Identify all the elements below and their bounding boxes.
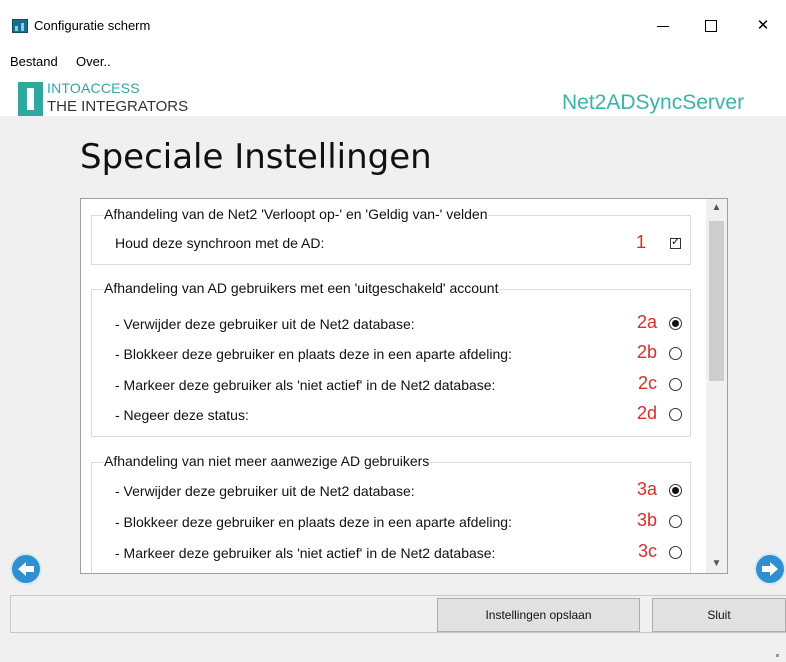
option-number: 2a [636, 312, 657, 332]
scroll-thumb[interactable] [709, 221, 724, 381]
menu-over[interactable]: Over.. [76, 54, 111, 69]
group-legend: Afhandeling van AD gebruikers met een 'u… [104, 280, 499, 296]
product-name: Net2ADSyncServer [562, 91, 745, 114]
group-legend: Afhandeling van niet meer aanwezige AD g… [104, 453, 430, 469]
option-number: 3b [636, 510, 657, 530]
radio-delete-missing-user[interactable] [669, 484, 682, 497]
radio-mark-missing-inactive[interactable] [669, 546, 682, 559]
status-bar [0, 640, 786, 662]
arrow-left-icon [18, 562, 34, 576]
scroll-up-icon[interactable]: ▲ [706, 199, 727, 217]
arrow-right-icon [762, 562, 778, 576]
logo-text-line2: THE INTEGRATORS [47, 98, 189, 115]
option-label: - Markeer deze gebruiker als 'niet actie… [115, 377, 496, 393]
radio-ignore-status[interactable] [669, 408, 682, 421]
save-settings-button[interactable]: Instellingen opslaan [437, 598, 640, 632]
radio-delete-user[interactable] [669, 317, 682, 330]
option-label: - Verwijder deze gebruiker uit de Net2 d… [115, 483, 415, 499]
next-page-button[interactable] [754, 553, 786, 585]
resize-grip-icon[interactable] [776, 654, 779, 657]
sync-checkbox[interactable] [670, 235, 681, 249]
option-label: - Blokkeer deze gebruiker en plaats deze… [115, 514, 512, 530]
radio-block-missing-user[interactable] [669, 515, 682, 528]
radio-block-user[interactable] [669, 347, 682, 360]
option-number: 3c [637, 541, 657, 561]
title-bar: Configuratie scherm ✕ [0, 0, 786, 50]
group-disabled-accounts: Afhandeling van AD gebruikers met een 'u… [91, 280, 691, 437]
option-label: - Negeer deze status: [115, 407, 249, 423]
vertical-scrollbar[interactable]: ▲ ▼ [706, 199, 727, 573]
group-date-fields: Afhandeling van de Net2 'Verloopt op-' e… [91, 206, 691, 265]
close-button[interactable]: Sluit [652, 598, 786, 632]
scroll-down-icon[interactable]: ▼ [706, 555, 727, 573]
maximize-icon [705, 20, 717, 33]
option-label: Houd deze synchroon met de AD: [115, 235, 325, 251]
menu-bestand[interactable]: Bestand [10, 54, 58, 69]
group-missing-users: Afhandeling van niet meer aanwezige AD g… [91, 453, 691, 573]
option-number: 2d [636, 403, 657, 423]
group-legend: Afhandeling van de Net2 'Verloopt op-' e… [104, 206, 488, 222]
option-number: 2c [637, 373, 657, 393]
close-window-button[interactable]: ✕ [740, 10, 786, 42]
logo-text-line1: INTOACCESS [47, 80, 140, 96]
option-number: 1 [635, 232, 646, 252]
previous-page-button[interactable] [10, 553, 42, 585]
minimize-button[interactable] [640, 10, 686, 42]
option-number: 3a [636, 479, 657, 499]
window-title: Configuratie scherm [34, 18, 151, 33]
page-title: Speciale Instellingen [80, 137, 432, 177]
menu-bar: Bestand Over.. [0, 50, 786, 72]
settings-panel: Afhandeling van de Net2 'Verloopt op-' e… [80, 198, 728, 574]
app-icon [12, 19, 28, 33]
logo-mark [27, 88, 34, 110]
option-label: - Verwijder deze gebruiker uit de Net2 d… [115, 316, 415, 332]
option-label: - Blokkeer deze gebruiker en plaats deze… [115, 346, 512, 362]
minimize-icon [657, 25, 669, 27]
option-number: 2b [636, 342, 657, 362]
option-label: - Markeer deze gebruiker als 'niet actie… [115, 545, 496, 561]
radio-mark-inactive[interactable] [669, 378, 682, 391]
close-icon: ✕ [756, 17, 770, 34]
maximize-button[interactable] [688, 10, 734, 42]
